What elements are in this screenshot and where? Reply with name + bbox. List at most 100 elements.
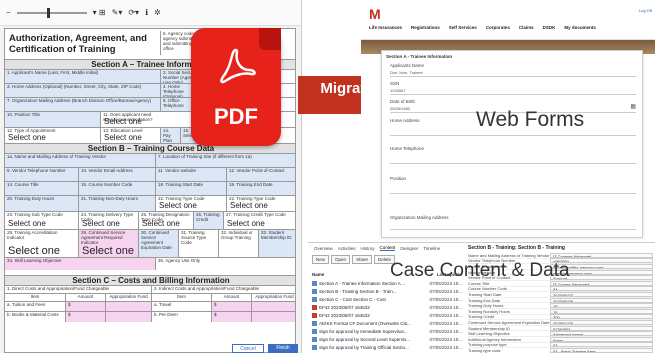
- per-diem-amount[interactable]: $: [211, 312, 251, 322]
- detail-value-field[interactable]: 15: [550, 303, 653, 309]
- list-item[interactable]: EF42 2023/05/07 164532 07/05/2023 15:..: [312, 311, 462, 319]
- vendor-email-field[interactable]: 10. Vendor Email Address: [78, 168, 155, 182]
- appointment-type-select[interactable]: 12. Type of Appointment Select one: [5, 128, 100, 144]
- group-training-select[interactable]: 32. Individual or Group Training: [218, 230, 258, 258]
- tab-timeline[interactable]: Timeline: [423, 246, 440, 251]
- nav-item-self-services[interactable]: Self Services: [449, 25, 477, 30]
- training-credit-field[interactable]: 26. Training Credit: [193, 212, 223, 230]
- vendor-telephone-field[interactable]: 9. Vendor Telephone Number: [5, 168, 78, 182]
- list-item-date: 07/05/2023 15:..: [429, 296, 462, 302]
- list-item-date: 07/05/2023 15:..: [429, 312, 462, 318]
- nav-item-registrations[interactable]: Registrations: [411, 25, 440, 30]
- refresh-icon[interactable]: ⟳▾: [128, 8, 139, 17]
- agency-use-field: 35. Agency Use Only: [155, 258, 295, 270]
- list-item-date: 07/05/2023 15:..: [429, 320, 462, 326]
- training-site-field[interactable]: 7. Location of Training Site (if differe…: [155, 154, 295, 168]
- education-level-select[interactable]: 13. Education Level Select one: [100, 128, 160, 144]
- gear-icon[interactable]: ✲: [154, 8, 161, 17]
- non-duty-hours-field[interactable]: 21. Training Non-Duty Hours: [78, 196, 155, 212]
- tab-designer[interactable]: Designer: [400, 246, 418, 251]
- web-form-card: Section A - Trainee Information Applican…: [381, 50, 643, 238]
- logo: M: [369, 6, 381, 22]
- list-item[interactable]: AEHIS Format CF Document (Overwrite Cla.…: [312, 319, 462, 327]
- detail-value-field[interactable]: Advanced usage: [550, 331, 653, 337]
- finish-button[interactable]: Finish: [268, 344, 298, 353]
- tab-history[interactable]: History: [361, 246, 375, 251]
- vendor-website-field[interactable]: 11. Vendor website: [155, 168, 226, 182]
- list-item[interactable]: Sign for approval by Training Official S…: [312, 343, 462, 351]
- pay-plan-field[interactable]: 14. Pay Plan: [160, 128, 180, 144]
- per-diem-fund[interactable]: [251, 312, 295, 322]
- nav-item-my-documents[interactable]: My documents: [564, 25, 596, 30]
- tab-overview[interactable]: Overview: [314, 246, 333, 251]
- detail-value-field[interactable]: 34: [550, 286, 653, 292]
- service-agreement-select[interactable]: 29. Continued Service Agreement Required…: [78, 230, 138, 258]
- list-item[interactable]: Section C - Cost Section C - Cost 07/05/2…: [312, 295, 462, 303]
- log-off-link[interactable]: Log Off: [639, 8, 652, 13]
- new-button[interactable]: New: [312, 255, 330, 264]
- course-title-field[interactable]: 14. Course Title: [5, 182, 78, 196]
- tab-activities[interactable]: Activities: [338, 246, 356, 251]
- accreditation-select[interactable]: 28. Training Accreditation Indicator Sele…: [5, 230, 78, 258]
- list-item-name: Section B - Training Section B - Train..…: [319, 288, 397, 294]
- list-item-name: Section C - Cost Section C - Cost: [319, 296, 386, 302]
- designation-type-select[interactable]: 25. Training Designation Type Code Select…: [138, 212, 193, 230]
- list-item[interactable]: Sign for approval by Immediate Superviso…: [312, 327, 462, 335]
- ssn-label: SSN: [390, 81, 400, 86]
- position-title-field[interactable]: 10. Position Title: [5, 112, 100, 128]
- applicant-name-field[interactable]: 1. Applicant's Name (Last, First, Middle…: [5, 70, 160, 84]
- vendor-name-field[interactable]: 1a. Name and Mailing Address of Training…: [5, 154, 155, 168]
- home-address-field[interactable]: 3. Home Address (Optional) (Number, Stre…: [5, 84, 160, 98]
- credit-type-select[interactable]: 27. Training Credit Type Code Select one: [223, 212, 295, 230]
- zoom-out-icon[interactable]: −: [6, 8, 11, 17]
- nav-item-claims[interactable]: Claims: [519, 25, 534, 30]
- detail-value-field[interactable]: None: [550, 336, 653, 342]
- detail-value-field[interactable]: 2023/05/22: [550, 291, 653, 297]
- detail-value-field[interactable]: 2023/05/26: [550, 297, 653, 303]
- info-icon[interactable]: ℹ: [145, 8, 148, 17]
- list-item[interactable]: Sign for approval by Second Level Superv…: [312, 335, 462, 343]
- duty-hours-field[interactable]: 20. Training Duty Hours: [5, 196, 78, 212]
- share-button[interactable]: Share: [352, 255, 373, 264]
- tab-content[interactable]: Content: [379, 245, 396, 251]
- per-diem-label: b. Per Diem: [151, 312, 211, 322]
- training-type-select-2[interactable]: 22. Training Type Code Select one: [226, 196, 295, 212]
- open-button[interactable]: Open: [331, 255, 351, 264]
- training-type-select[interactable]: 22. Training Type Code Select one: [155, 196, 226, 212]
- student-membership-field[interactable]: 33. Student Membership ID: [258, 230, 295, 258]
- delivery-type-select[interactable]: 24. Training Delivery Type Code Select on…: [78, 212, 138, 230]
- books-amount[interactable]: $: [65, 312, 105, 322]
- fit-page-icon[interactable]: ▾ ⊞: [93, 8, 106, 17]
- detail-value-field[interactable]: 57394551: [550, 325, 653, 331]
- special-accommodation-field[interactable]: 11. Does applicant need special accommod…: [100, 112, 160, 128]
- detail-value-field[interactable]: 300: [550, 314, 653, 320]
- tools-icon[interactable]: ✎▾: [112, 8, 123, 17]
- detail-value-field[interactable]: 2025/02/25: [550, 319, 653, 325]
- training-start-date-field[interactable]: 18. Training Start Date: [155, 182, 226, 196]
- detail-key: Training purpose type: [468, 342, 507, 348]
- detail-value-field[interactable]: 15: [550, 308, 653, 314]
- nav-item-dsdk[interactable]: DSDK: [543, 25, 556, 30]
- org-mailing-address-field[interactable]: 7. Organization Mailing Address (Branch …: [5, 98, 160, 112]
- books-fund[interactable]: [105, 312, 151, 322]
- source-type-select[interactable]: 31. Training Source Type Code: [178, 230, 218, 258]
- nav-item-corporates[interactable]: Corporates: [486, 25, 510, 30]
- applicant-name-input[interactable]: Doe John, Trainee: [390, 70, 423, 75]
- ssn-input[interactable]: 1234567: [390, 88, 406, 93]
- detail-value-field[interactable]: IT Courses Advanced: [550, 252, 653, 258]
- nav-item-life-insurances[interactable]: Life Insurances: [369, 25, 402, 30]
- training-subtype-select[interactable]: 23. Training Sub Type Code Select one: [5, 212, 78, 230]
- calendar-icon[interactable]: ▦: [630, 103, 636, 110]
- skill-objective-field[interactable]: 34. Skill Learning Objective: [5, 258, 155, 270]
- detail-value-field[interactable]: 02: [550, 342, 653, 348]
- list-item[interactable]: EF42 2023/05/07 164532 07/05/2023 15:..: [312, 303, 462, 311]
- cancel-button[interactable]: Cancel: [232, 344, 264, 353]
- agreement-expiration-field[interactable]: 30. Continued Service Agreement Expirati…: [138, 230, 178, 258]
- vendor-contact-field[interactable]: 12. Vendor Point-of-Contact: [226, 168, 295, 182]
- course-number-field[interactable]: 15. Course Number Code: [78, 182, 155, 196]
- training-end-date-field[interactable]: 19. Training End Date: [226, 182, 295, 196]
- detail-value-field[interactable]: 03 - Basic Training Area: [550, 347, 653, 353]
- list-item[interactable]: Section B - Training Section B - Train..…: [312, 287, 462, 295]
- zoom-slider[interactable]: [16, 7, 87, 18]
- dob-input[interactable]: 05/06/1980: [390, 106, 410, 111]
